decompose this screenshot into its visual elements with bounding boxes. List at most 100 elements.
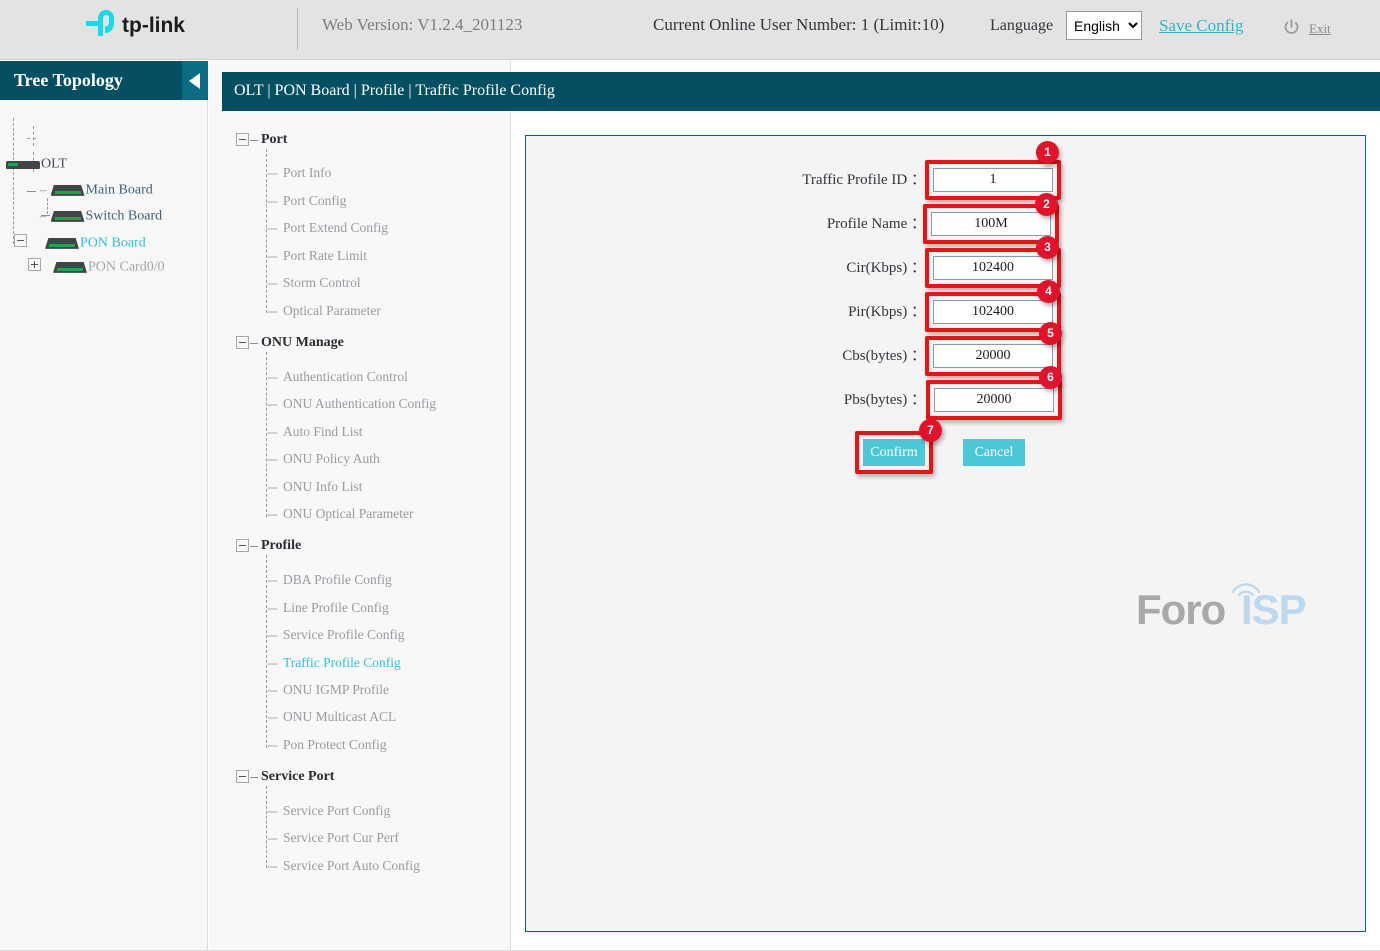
tree-node-label: PON Board: [80, 235, 146, 251]
input-pir[interactable]: [933, 300, 1053, 324]
language-select[interactable]: English: [1066, 11, 1142, 40]
nav-group-onu-manage[interactable]: ONU Manage: [261, 335, 344, 351]
annotation-badge-4: 4: [1037, 280, 1060, 303]
nav-leaf-dash: ---: [267, 275, 278, 290]
nav-leaf-dash: ---: [267, 479, 278, 494]
cancel-button[interactable]: Cancel: [963, 439, 1025, 466]
nav-connector: [250, 140, 258, 141]
label-cir: Cir(Kbps) ：: [846, 260, 926, 276]
device-icon: [53, 261, 87, 273]
form-row-cbs: Cbs(bytes) ：: [706, 340, 926, 372]
tplink-logo-svg: tp-link: [86, 10, 185, 37]
nav-item-line-profile-config[interactable]: Line Profile Config: [283, 600, 389, 616]
label-pbs: Pbs(bytes) ：: [843, 392, 926, 408]
nav-leaf-dash: ---: [267, 600, 278, 615]
tree-toggle-pon-card[interactable]: [28, 258, 41, 271]
annotation-badge-2: 2: [1035, 193, 1058, 216]
nav-item-dba-profile-config[interactable]: DBA Profile Config: [283, 572, 392, 588]
form-row-traffic-profile-id: Traffic Profile ID ：: [706, 164, 926, 196]
nav-item-service-port-config[interactable]: Service Port Config: [283, 803, 390, 819]
nav-item-pon-protect-config[interactable]: Pon Protect Config: [283, 737, 387, 753]
nav-item-port-extend-config[interactable]: Port Extend Config: [283, 220, 388, 236]
breadcrumb: OLT | PON Board | Profile | Traffic Prof…: [234, 82, 555, 99]
input-traffic-profile-id[interactable]: [933, 168, 1053, 192]
nav-group-service-port[interactable]: Service Port: [261, 769, 334, 785]
form-row-pbs: Pbs(bytes) ：: [706, 384, 926, 416]
sidebar-collapse-button[interactable]: [182, 61, 208, 100]
form-row-pir: Pir(Kbps) ：: [706, 296, 926, 328]
tree-connector: [27, 138, 36, 139]
nav-item-port-info[interactable]: Port Info: [283, 165, 331, 181]
tree-connector: [27, 191, 36, 192]
tree-node-label: Main Board: [85, 182, 153, 198]
tree-toggle-pon-board[interactable]: [14, 234, 27, 247]
nav-toggle-service-port[interactable]: [236, 770, 249, 783]
device-icon: [45, 237, 79, 249]
nav-leaf-dash: ---: [267, 369, 278, 384]
nav-item-storm-control[interactable]: Storm Control: [283, 275, 361, 291]
nav-item-port-config[interactable]: Port Config: [283, 193, 346, 209]
app-header: tp-link Web Version: V1.2.4_201123 Curre…: [0, 0, 1380, 60]
nav-leaf-dash: ---: [267, 396, 278, 411]
watermark-primary-text: Foro: [1136, 586, 1226, 633]
nav-leaf-dash: ---: [267, 506, 278, 521]
nav-leaf-dash: ---: [267, 303, 278, 318]
nav-toggle-profile[interactable]: [236, 539, 249, 552]
nav-item-port-rate-limit[interactable]: Port Rate Limit: [283, 248, 367, 264]
nav-leaf-dash: ---: [267, 709, 278, 724]
label-cbs: Cbs(bytes) ：: [842, 348, 926, 364]
svg-text:tp-link: tp-link: [122, 14, 185, 37]
input-pbs[interactable]: [934, 388, 1054, 412]
nav-leaf-dash: ---: [267, 193, 278, 208]
nav-toggle-onu-manage[interactable]: [236, 336, 249, 349]
nav-leaf-dash: ---: [267, 682, 278, 697]
tree-node-main-board[interactable]: – Main Board: [40, 181, 153, 201]
input-cbs[interactable]: [933, 344, 1053, 368]
input-cir[interactable]: [933, 256, 1053, 280]
nav-toggle-port[interactable]: [236, 133, 249, 146]
tree-topology-panel: Tree Topology OLT – Main Board – Switch …: [0, 61, 208, 951]
nav-item-onu-optical-parameter[interactable]: ONU Optical Parameter: [283, 506, 413, 522]
tplink-logo: tp-link: [78, 8, 210, 52]
nav-item-service-profile-config[interactable]: Service Profile Config: [283, 627, 404, 643]
nav-item-optical-parameter[interactable]: Optical Parameter: [283, 303, 381, 319]
tree-node-label: OLT: [41, 156, 67, 172]
nav-item-onu-info-list[interactable]: ONU Info List: [283, 479, 363, 495]
watermark-secondary-text: ISP: [1241, 586, 1307, 633]
device-icon: [50, 184, 85, 196]
annotation-badge-1: 1: [1036, 141, 1059, 164]
nav-leaf-dash: ---: [267, 655, 278, 670]
nav-item-authentication-control[interactable]: Authentication Control: [283, 369, 408, 385]
tree-node-olt[interactable]: OLT: [6, 155, 67, 175]
tree-node-label: Switch Board: [85, 208, 163, 224]
save-config-link[interactable]: Save Config: [1159, 16, 1244, 36]
tree-node-pon-card[interactable]: PON Card0/0: [53, 258, 165, 278]
nav-item-onu-authentication-config[interactable]: ONU Authentication Config: [283, 396, 436, 412]
confirm-button[interactable]: Confirm: [863, 439, 925, 466]
web-version-label: Web Version: V1.2.4_201123: [322, 15, 523, 34]
nav-item-traffic-profile-config[interactable]: Traffic Profile Config: [283, 655, 401, 671]
power-icon[interactable]: [1282, 18, 1301, 37]
main-content: Foro ISP Traffic Profile ID ： 1 Profile …: [512, 112, 1380, 951]
tree-leaf-dash: –: [40, 182, 47, 197]
nav-group-port[interactable]: Port: [261, 132, 287, 148]
label-profile-name: Profile Name ：: [826, 216, 926, 232]
nav-group-profile[interactable]: Profile: [261, 538, 301, 554]
nav-item-onu-policy-auth[interactable]: ONU Policy Auth: [283, 451, 380, 467]
nav-item-auto-find-list[interactable]: Auto Find List: [283, 424, 363, 440]
device-icon: [50, 210, 85, 222]
tree-node-switch-board[interactable]: – Switch Board: [40, 207, 162, 227]
nav-item-service-port-auto-config[interactable]: Service Port Auto Config: [283, 858, 420, 874]
foroisp-watermark: Foro ISP: [1136, 583, 1307, 633]
nav-item-service-port-cur-perf[interactable]: Service Port Cur Perf: [283, 830, 399, 846]
annotation-badge-5: 5: [1039, 322, 1062, 345]
nav-item-onu-igmp-profile[interactable]: ONU IGMP Profile: [283, 682, 389, 698]
form-row-cir: Cir(Kbps) ：: [706, 252, 926, 284]
tree-node-label: PON Card0/0: [88, 259, 165, 275]
online-user-count: Current Online User Number: 1 (Limit:10): [653, 15, 945, 34]
input-profile-name[interactable]: [931, 212, 1051, 236]
exit-link[interactable]: Exit: [1309, 21, 1331, 37]
nav-item-onu-multicast-acl[interactable]: ONU Multicast ACL: [283, 709, 396, 725]
tree-node-pon-board[interactable]: PON Board: [45, 234, 146, 254]
traffic-profile-form: Foro ISP Traffic Profile ID ： 1 Profile …: [525, 135, 1366, 932]
